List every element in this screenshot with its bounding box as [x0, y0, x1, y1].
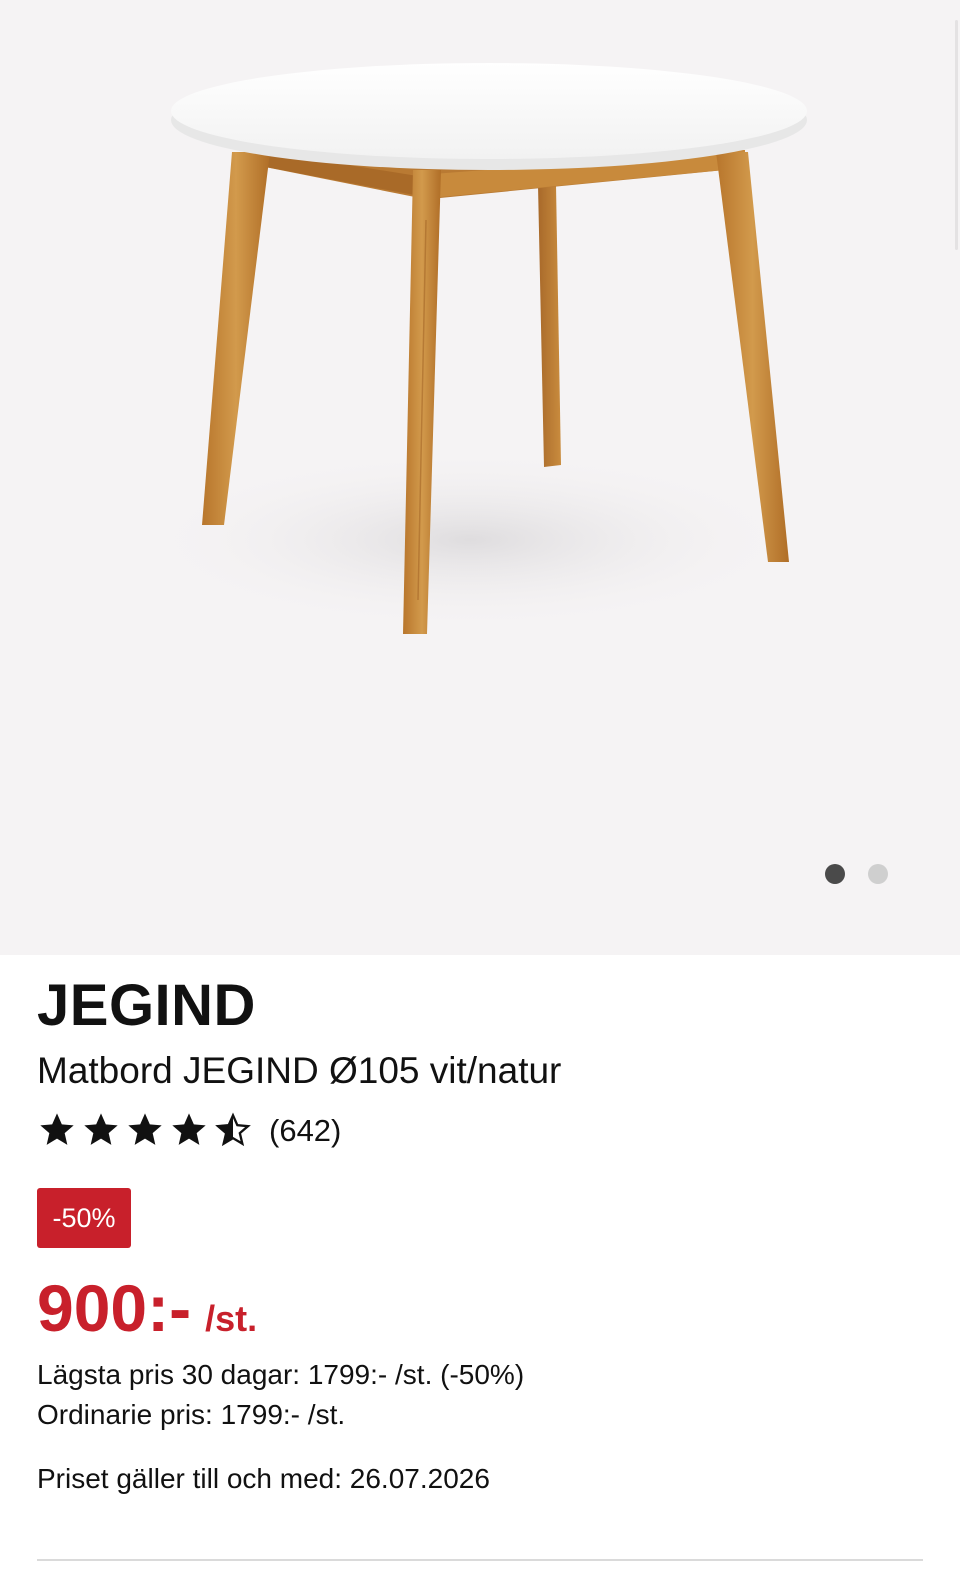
- star-full-icon: [172, 1113, 206, 1145]
- rating-stars: [37, 1110, 253, 1150]
- price-unit: /st.: [205, 1298, 258, 1339]
- pagination-dot-1[interactable]: [825, 864, 845, 884]
- section-divider: [37, 1559, 923, 1561]
- star-full-icon: [128, 1113, 162, 1145]
- star-full-icon: [84, 1113, 118, 1145]
- review-count: (642): [269, 1112, 342, 1148]
- ordinary-price: Ordinarie pris: 1799:- /st.: [37, 1399, 346, 1430]
- gallery-pagination: [825, 864, 888, 884]
- price-valid-until: Priset gäller till och med: 26.07.2026: [37, 1463, 490, 1494]
- pagination-dot-2[interactable]: [868, 864, 888, 884]
- discount-badge: -50%: [37, 1188, 131, 1248]
- product-image-gallery[interactable]: [0, 0, 960, 955]
- product-rating[interactable]: (642): [37, 1110, 341, 1150]
- product-brand: JEGIND: [37, 973, 256, 1038]
- star-half-icon: [215, 1112, 251, 1147]
- current-price: 900:-: [37, 1271, 192, 1345]
- price-row: 900:- /st.: [37, 1275, 257, 1341]
- star-full-icon: [40, 1113, 74, 1145]
- product-title: Matbord JEGIND Ø105 vit/natur: [37, 1050, 562, 1091]
- product-image: [140, 63, 807, 634]
- lowest-price-30-days: Lägsta pris 30 dagar: 1799:- /st. (-50%): [37, 1359, 525, 1390]
- gallery-scroll-indicator: [955, 20, 958, 250]
